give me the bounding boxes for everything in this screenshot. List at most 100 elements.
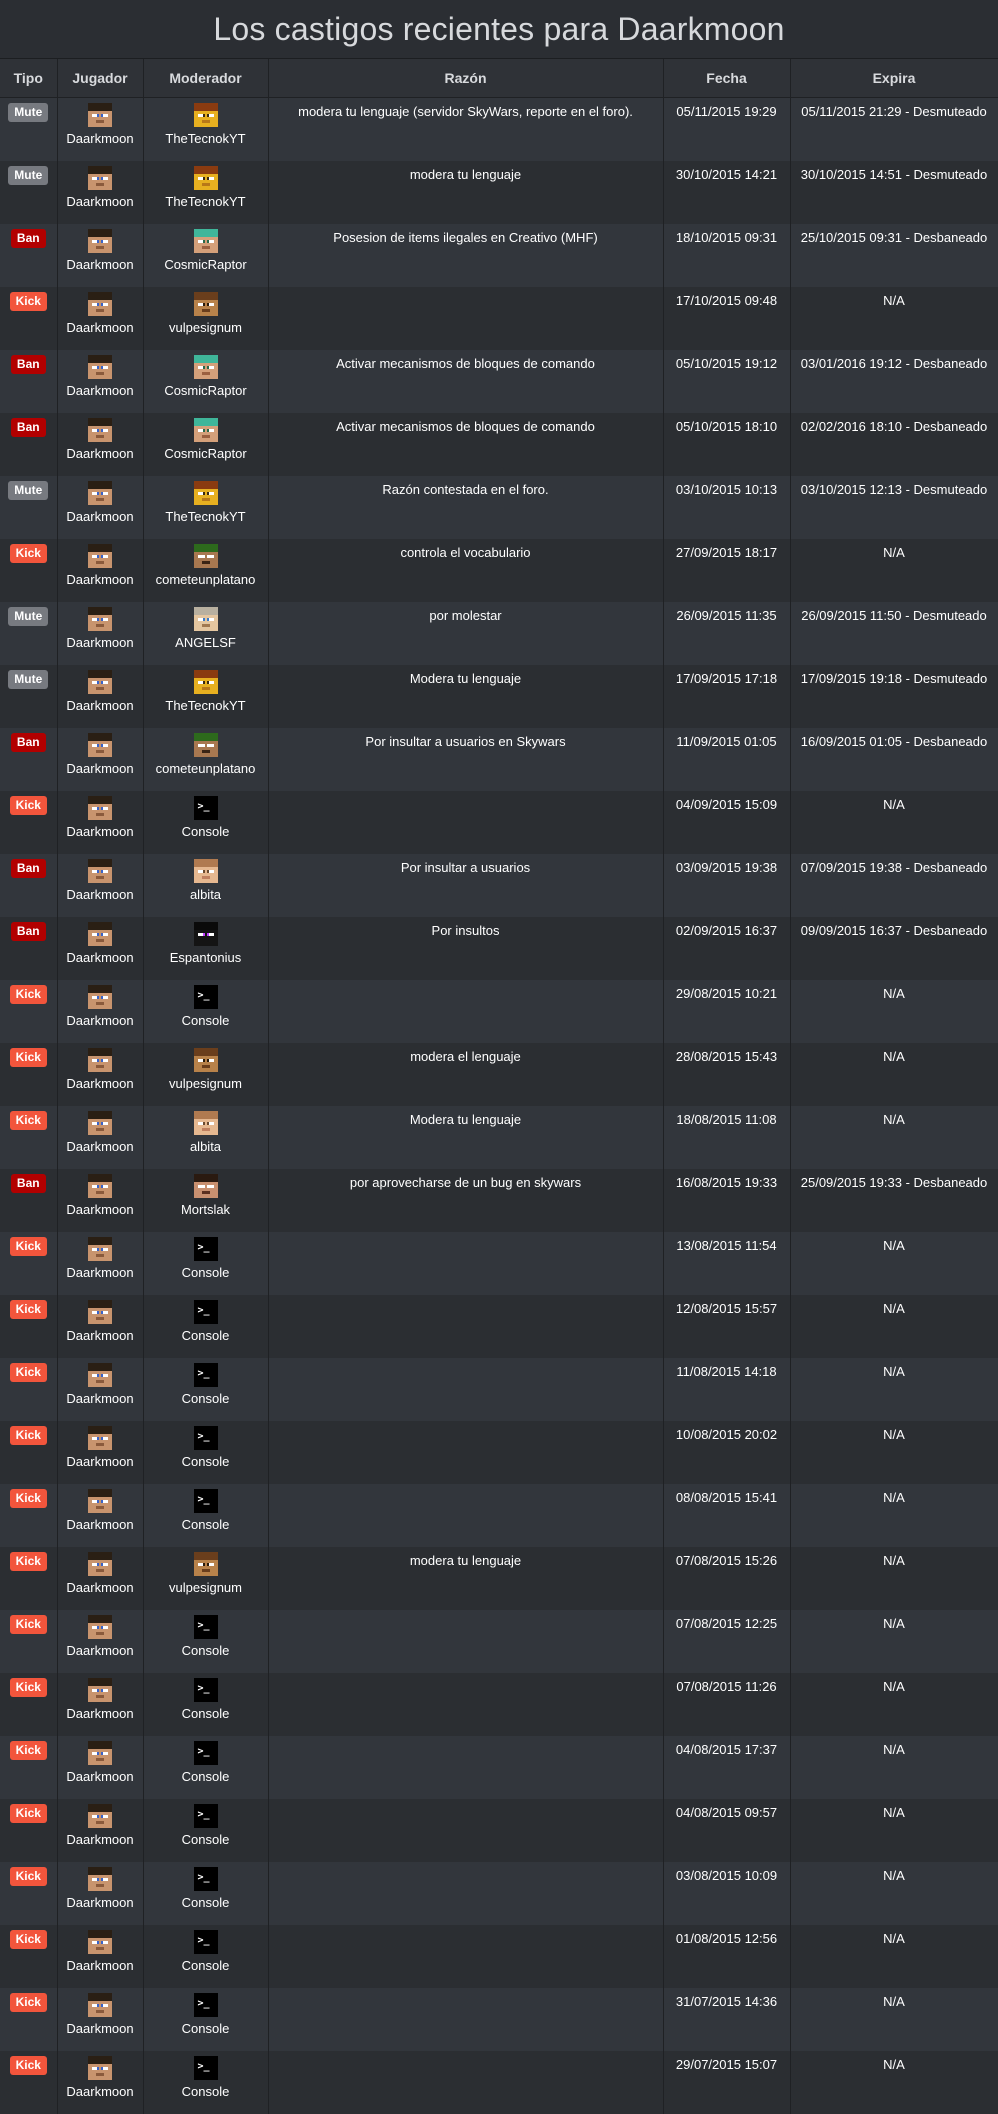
moderator-cell[interactable]: TheTecnokYT: [143, 475, 269, 539]
player-cell[interactable]: Daarkmoon: [57, 1546, 144, 1610]
moderator-name-link[interactable]: CosmicRaptor: [144, 446, 268, 461]
player-name-link[interactable]: Daarkmoon: [58, 320, 143, 335]
moderator-cell[interactable]: TheTecnokYT: [143, 664, 269, 728]
player-name-link[interactable]: Daarkmoon: [58, 1076, 143, 1091]
player-cell[interactable]: Daarkmoon: [57, 1105, 144, 1169]
player-name-link[interactable]: Daarkmoon: [58, 1013, 143, 1028]
moderator-cell[interactable]: CosmicRaptor: [143, 223, 269, 287]
player-name-link[interactable]: Daarkmoon: [58, 950, 143, 965]
player-name-link[interactable]: Daarkmoon: [58, 1895, 143, 1910]
column-header-moderador[interactable]: Moderador: [143, 59, 269, 98]
moderator-cell[interactable]: vulpesignum: [143, 1042, 269, 1106]
player-cell[interactable]: Daarkmoon: [57, 1735, 144, 1799]
moderator-cell[interactable]: albita: [143, 1105, 269, 1169]
moderator-cell[interactable]: cometeunplatano: [143, 538, 269, 602]
player-cell[interactable]: Daarkmoon: [57, 1672, 144, 1736]
player-cell[interactable]: Daarkmoon: [57, 1798, 144, 1862]
moderator-name-link[interactable]: Console: [144, 1958, 268, 1973]
moderator-cell[interactable]: >_ Console: [143, 1735, 269, 1799]
player-name-link[interactable]: Daarkmoon: [58, 761, 143, 776]
player-cell[interactable]: Daarkmoon: [57, 1231, 144, 1295]
moderator-cell[interactable]: >_ Console: [143, 1924, 269, 1988]
moderator-name-link[interactable]: Console: [144, 1643, 268, 1658]
moderator-name-link[interactable]: TheTecnokYT: [144, 698, 268, 713]
player-name-link[interactable]: Daarkmoon: [58, 1517, 143, 1532]
player-cell[interactable]: Daarkmoon: [57, 1987, 144, 2051]
player-name-link[interactable]: Daarkmoon: [58, 1202, 143, 1217]
player-cell[interactable]: Daarkmoon: [57, 1483, 144, 1547]
player-cell[interactable]: Daarkmoon: [57, 790, 144, 854]
moderator-name-link[interactable]: Console: [144, 1454, 268, 1469]
player-name-link[interactable]: Daarkmoon: [58, 2021, 143, 2036]
moderator-cell[interactable]: >_ Console: [143, 790, 269, 854]
player-cell[interactable]: Daarkmoon: [57, 664, 144, 728]
player-cell[interactable]: Daarkmoon: [57, 1294, 144, 1358]
moderator-cell[interactable]: TheTecnokYT: [143, 97, 269, 161]
column-header-razon[interactable]: Razón: [268, 59, 664, 98]
player-name-link[interactable]: Daarkmoon: [58, 257, 143, 272]
moderator-name-link[interactable]: Console: [144, 2021, 268, 2036]
player-cell[interactable]: Daarkmoon: [57, 601, 144, 665]
moderator-name-link[interactable]: CosmicRaptor: [144, 383, 268, 398]
moderator-cell[interactable]: vulpesignum: [143, 1546, 269, 1610]
player-cell[interactable]: Daarkmoon: [57, 727, 144, 791]
moderator-name-link[interactable]: Console: [144, 1013, 268, 1028]
moderator-cell[interactable]: >_ Console: [143, 1609, 269, 1673]
moderator-name-link[interactable]: Console: [144, 1706, 268, 1721]
player-cell[interactable]: Daarkmoon: [57, 1861, 144, 1925]
player-cell[interactable]: Daarkmoon: [57, 2050, 144, 2114]
player-cell[interactable]: Daarkmoon: [57, 916, 144, 980]
moderator-cell[interactable]: >_ Console: [143, 1420, 269, 1484]
moderator-cell[interactable]: CosmicRaptor: [143, 412, 269, 476]
moderator-cell[interactable]: >_ Console: [143, 2050, 269, 2114]
player-cell[interactable]: Daarkmoon: [57, 1357, 144, 1421]
moderator-name-link[interactable]: TheTecnokYT: [144, 194, 268, 209]
column-header-tipo[interactable]: Tipo: [0, 59, 58, 98]
moderator-cell[interactable]: vulpesignum: [143, 286, 269, 350]
player-cell[interactable]: Daarkmoon: [57, 1042, 144, 1106]
player-cell[interactable]: Daarkmoon: [57, 979, 144, 1043]
moderator-cell[interactable]: TheTecnokYT: [143, 160, 269, 224]
player-cell[interactable]: Daarkmoon: [57, 412, 144, 476]
moderator-name-link[interactable]: ANGELSF: [144, 635, 268, 650]
moderator-name-link[interactable]: Mortslak: [144, 1202, 268, 1217]
moderator-name-link[interactable]: Espantonius: [144, 950, 268, 965]
moderator-cell[interactable]: >_ Console: [143, 979, 269, 1043]
player-cell[interactable]: Daarkmoon: [57, 1168, 144, 1232]
player-cell[interactable]: Daarkmoon: [57, 853, 144, 917]
column-header-expira[interactable]: Expira: [790, 59, 998, 98]
player-cell[interactable]: Daarkmoon: [57, 475, 144, 539]
player-name-link[interactable]: Daarkmoon: [58, 131, 143, 146]
player-name-link[interactable]: Daarkmoon: [58, 1769, 143, 1784]
moderator-name-link[interactable]: cometeunplatano: [144, 572, 268, 587]
player-name-link[interactable]: Daarkmoon: [58, 446, 143, 461]
moderator-cell[interactable]: >_ Console: [143, 1357, 269, 1421]
player-cell[interactable]: Daarkmoon: [57, 1924, 144, 1988]
moderator-name-link[interactable]: TheTecnokYT: [144, 131, 268, 146]
player-name-link[interactable]: Daarkmoon: [58, 2084, 143, 2099]
moderator-name-link[interactable]: TheTecnokYT: [144, 509, 268, 524]
moderator-cell[interactable]: >_ Console: [143, 1861, 269, 1925]
player-name-link[interactable]: Daarkmoon: [58, 1139, 143, 1154]
column-header-jugador[interactable]: Jugador: [57, 59, 144, 98]
player-name-link[interactable]: Daarkmoon: [58, 1580, 143, 1595]
moderator-cell[interactable]: >_ Console: [143, 1294, 269, 1358]
moderator-name-link[interactable]: vulpesignum: [144, 1076, 268, 1091]
player-cell[interactable]: Daarkmoon: [57, 349, 144, 413]
moderator-name-link[interactable]: Console: [144, 1832, 268, 1847]
moderator-cell[interactable]: CosmicRaptor: [143, 349, 269, 413]
player-cell[interactable]: Daarkmoon: [57, 538, 144, 602]
moderator-cell[interactable]: >_ Console: [143, 1672, 269, 1736]
player-cell[interactable]: Daarkmoon: [57, 97, 144, 161]
player-cell[interactable]: Daarkmoon: [57, 160, 144, 224]
player-name-link[interactable]: Daarkmoon: [58, 1706, 143, 1721]
player-name-link[interactable]: Daarkmoon: [58, 1391, 143, 1406]
moderator-name-link[interactable]: Console: [144, 1265, 268, 1280]
player-cell[interactable]: Daarkmoon: [57, 1420, 144, 1484]
player-name-link[interactable]: Daarkmoon: [58, 509, 143, 524]
moderator-cell[interactable]: cometeunplatano: [143, 727, 269, 791]
moderator-cell[interactable]: >_ Console: [143, 1987, 269, 2051]
moderator-name-link[interactable]: Console: [144, 1769, 268, 1784]
player-name-link[interactable]: Daarkmoon: [58, 887, 143, 902]
player-name-link[interactable]: Daarkmoon: [58, 1454, 143, 1469]
